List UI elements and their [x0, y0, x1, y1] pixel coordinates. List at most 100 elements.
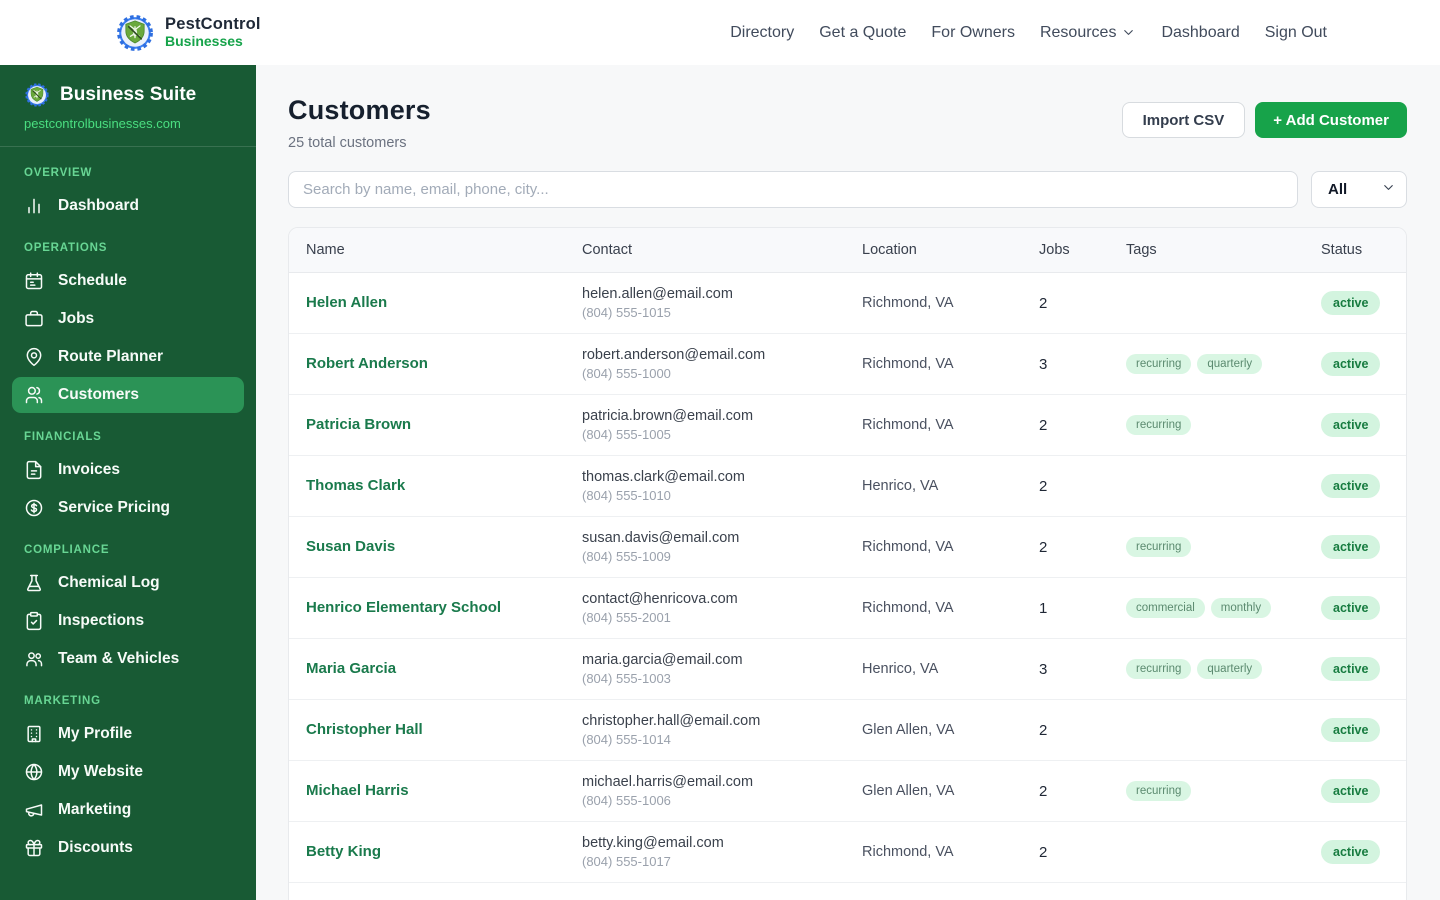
table-row[interactable]: Thomas Clark thomas.clark@email.com (804) …	[289, 456, 1406, 517]
sidebar-item-team-vehicles[interactable]: Team & Vehicles	[12, 641, 244, 677]
chevron-down-icon	[1124, 30, 1134, 35]
column-header-tags: Tags	[1126, 242, 1157, 258]
sidebar-item-label: My Profile	[58, 725, 133, 742]
sidebar-nav: OVERVIEW Dashboard OPERATIONS Schedule Jobs R…	[0, 147, 256, 884]
nav-item-dashboard[interactable]: Dashboard	[1161, 24, 1239, 42]
top-navbar: PestControl Businesses Directory Get a Qu…	[0, 0, 1440, 65]
table-row[interactable]: Betty King betty.king@email.com (804) 555-…	[289, 822, 1406, 883]
status-badge: active	[1321, 291, 1381, 315]
sidebar-item-my-profile[interactable]: My Profile	[12, 716, 244, 752]
table-row[interactable]: Henrico Elementary School contact@henrico…	[289, 578, 1406, 639]
nav-item-resources[interactable]: Resources	[1040, 24, 1136, 42]
pestcontrol-logo	[115, 13, 155, 53]
nav-item-directory[interactable]: Directory	[730, 24, 794, 42]
name-cell: Michael Harris	[306, 782, 582, 800]
status-filter-value: All	[1328, 181, 1348, 198]
table-header-row: Name Contact Location Jobs Tags Status	[289, 228, 1406, 273]
table-stub-row	[289, 883, 1406, 900]
customer-name-link[interactable]: Susan Davis	[306, 538, 395, 555]
nav-item-sign-out[interactable]: Sign Out	[1265, 24, 1327, 42]
customer-phone: (804) 555-1015	[582, 305, 671, 320]
tags-cell: recurring quarterly	[1126, 354, 1321, 374]
customer-name-link[interactable]: Robert Anderson	[306, 355, 428, 372]
building-icon	[27, 725, 41, 743]
select-chevron	[1381, 180, 1396, 199]
sidebar-item-label: Marketing	[58, 801, 132, 818]
location-cell: Henrico, VA	[862, 478, 939, 494]
sidebar-item-customers[interactable]: Customers	[12, 377, 244, 413]
page-title: Customers	[288, 95, 431, 125]
contact-cell: robert.anderson@email.com (804) 555-1000	[582, 347, 862, 381]
sidebar-section-marketing: MARKETING	[24, 695, 101, 707]
sidebar-item-route-planner[interactable]: Route Planner	[12, 339, 244, 375]
flask-icon	[26, 574, 42, 592]
customer-email: helen.allen@email.com	[582, 286, 733, 302]
sidebar-item-discounts[interactable]: Discounts	[12, 830, 244, 866]
sidebar-item-service-pricing[interactable]: Service Pricing	[12, 490, 244, 526]
search-input[interactable]	[288, 171, 1298, 208]
add-customer-button[interactable]: + Add Customer	[1255, 102, 1407, 138]
main-content: Customers 25 total customers Import CSV …	[256, 65, 1440, 900]
nav-item-label: Resources	[1039, 23, 1117, 41]
sidebar-domain: pestcontrolbusinesses.com	[24, 116, 181, 131]
contact-cell: susan.davis@email.com (804) 555-1009	[582, 530, 862, 564]
status-cell: active	[1321, 657, 1406, 681]
nav-item-label: For Owners	[931, 23, 1015, 41]
brand-name: PestControl	[165, 15, 261, 34]
table-row[interactable]: Susan Davis susan.davis@email.com (804) 55…	[289, 517, 1406, 578]
jobs-count: 2	[1039, 843, 1048, 861]
status-badge: active	[1321, 718, 1381, 742]
import-csv-button[interactable]: Import CSV	[1121, 102, 1246, 138]
sidebar-section-financials: FINANCIALS	[24, 431, 102, 443]
sidebar-item-label: Service Pricing	[58, 499, 171, 516]
customer-phone: (804) 555-2001	[582, 610, 671, 625]
contact-cell: maria.garcia@email.com (804) 555-1003	[582, 652, 862, 686]
dollar-circle-icon	[25, 499, 43, 517]
customer-name-link[interactable]: Thomas Clark	[306, 477, 405, 494]
status-cell: active	[1321, 413, 1406, 437]
sidebar-item-marketing[interactable]: Marketing	[12, 792, 244, 828]
sidebar-item-dashboard[interactable]: Dashboard	[12, 188, 244, 224]
table-row[interactable]: Christopher Hall christopher.hall@email.c…	[289, 700, 1406, 761]
users-group-icon	[26, 652, 43, 667]
column-header-jobs: Jobs	[1039, 242, 1070, 258]
table-row[interactable]: Robert Anderson robert.anderson@email.com…	[289, 334, 1406, 395]
status-filter-select[interactable]: All	[1311, 171, 1407, 208]
jobs-count: 2	[1039, 477, 1048, 495]
customer-name-link[interactable]: Maria Garcia	[306, 660, 396, 677]
status-cell: active	[1321, 474, 1406, 498]
tag-pill: recurring	[1126, 659, 1192, 679]
status-badge: active	[1321, 474, 1381, 498]
table-row[interactable]: Patricia Brown patricia.brown@email.com (8…	[289, 395, 1406, 456]
gift-icon	[25, 839, 43, 857]
sidebar-item-schedule[interactable]: Schedule	[12, 263, 244, 299]
sidebar-item-label: Jobs	[58, 310, 95, 327]
sidebar-item-chemical-log[interactable]: Chemical Log	[12, 565, 244, 601]
nav-item-for-owners[interactable]: For Owners	[931, 24, 1015, 42]
sidebar-item-jobs[interactable]: Jobs	[12, 301, 244, 337]
nav-item-label: Directory	[730, 23, 795, 41]
name-cell: Maria Garcia	[306, 660, 582, 678]
customer-name-link[interactable]: Michael Harris	[306, 782, 409, 799]
customer-name-link[interactable]: Betty King	[306, 843, 381, 860]
customers-table: Name Contact Location Jobs Tags Status Helen …	[288, 227, 1407, 900]
status-badge: active	[1321, 535, 1381, 559]
sidebar-item-inspections[interactable]: Inspections	[12, 603, 244, 639]
nav-item-get-a-quote[interactable]: Get a Quote	[819, 24, 906, 42]
clipboard-check-icon	[26, 611, 42, 631]
customer-name-link[interactable]: Henrico Elementary School	[306, 599, 501, 616]
name-cell: Henrico Elementary School	[306, 599, 582, 617]
brand-logo[interactable]: PestControl Businesses	[115, 13, 261, 53]
sidebar-item-my-website[interactable]: My Website	[12, 754, 244, 790]
column-header-status: Status	[1321, 242, 1363, 258]
customer-phone: (804) 555-1009	[582, 549, 671, 564]
customer-name-link[interactable]: Helen Allen	[306, 294, 387, 311]
sidebar-item-invoices[interactable]: Invoices	[12, 452, 244, 488]
customer-name-link[interactable]: Patricia Brown	[306, 416, 411, 433]
contact-cell: betty.king@email.com (804) 555-1017	[582, 835, 862, 869]
name-cell: Betty King	[306, 843, 582, 861]
customer-name-link[interactable]: Christopher Hall	[306, 721, 423, 738]
table-row[interactable]: Michael Harris michael.harris@email.com (8…	[289, 761, 1406, 822]
table-row[interactable]: Helen Allen helen.allen@email.com (804) 55…	[289, 273, 1406, 334]
table-row[interactable]: Maria Garcia maria.garcia@email.com (804) …	[289, 639, 1406, 700]
